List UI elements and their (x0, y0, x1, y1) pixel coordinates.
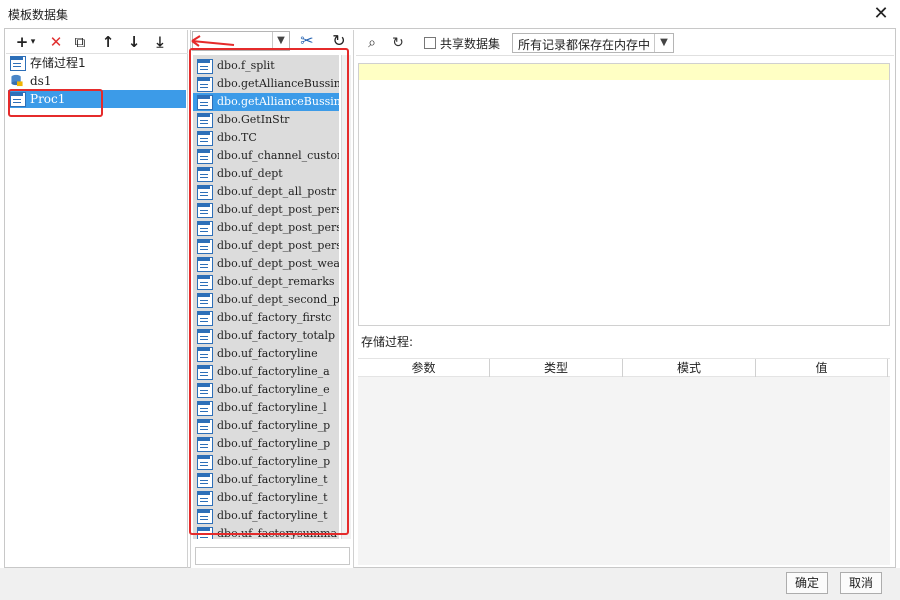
close-button[interactable]: ✕ (868, 2, 894, 26)
tree-item-label: ds1 (30, 74, 52, 88)
chevron-down-icon[interactable]: ▼ (654, 34, 673, 52)
table-icon (10, 56, 26, 71)
refresh-icon[interactable]: ↻ (388, 33, 408, 53)
move-up-button[interactable]: ↑ (98, 32, 118, 52)
procedure-filter-input[interactable] (195, 547, 350, 565)
dialog-button-bar (0, 568, 900, 600)
ok-button[interactable]: 确定 (786, 572, 828, 594)
add-dropdown-caret-icon[interactable]: ▾ (28, 32, 38, 52)
highlight-annotation-list (189, 48, 349, 535)
preview-icon[interactable]: ⌕ (362, 33, 382, 53)
parameter-table-header: 参数 类型 模式 值 (358, 358, 890, 378)
tree-item-stored-procedure[interactable]: 存储过程1 (8, 54, 186, 72)
move-down-button[interactable]: ↓ (124, 32, 144, 52)
tree-item-ds1[interactable]: ds1 (8, 72, 186, 90)
title-bar (0, 0, 900, 28)
delete-button[interactable]: ✕ (46, 32, 66, 52)
database-lock-icon (11, 74, 23, 87)
column-header-mode[interactable]: 模式 (623, 359, 756, 378)
copy-button[interactable]: ⧉ (70, 32, 90, 52)
share-dataset-label: 共享数据集 (440, 37, 501, 51)
parameter-table-body[interactable] (358, 377, 890, 565)
window-title: 模板数据集 (8, 8, 69, 22)
storage-mode-select[interactable]: 所有记录都保存在内存中 ▼ (512, 33, 674, 53)
column-header-type[interactable]: 类型 (490, 359, 623, 378)
move-bottom-button[interactable]: ⤓ (150, 32, 170, 52)
column-header-value[interactable]: 值 (756, 359, 888, 378)
dataset-toolbar: + ▾ ✕ ⧉ ↑ ↓ ⤓ (6, 30, 188, 54)
storage-mode-value: 所有记录都保存在内存中 (518, 38, 651, 52)
sql-editor[interactable] (358, 63, 890, 326)
column-header-param[interactable]: 参数 (358, 359, 490, 378)
highlight-annotation-proc1 (8, 89, 103, 117)
stored-procedure-label: 存储过程: (361, 335, 414, 349)
cancel-button[interactable]: 取消 (840, 572, 882, 594)
red-arrow-annotation-icon (191, 35, 235, 47)
query-toolbar: ⌕ ↻ 共享数据集 所有记录都保存在内存中 ▼ (356, 30, 894, 56)
sql-editor-current-line (359, 64, 889, 80)
share-dataset-checkbox[interactable] (424, 37, 436, 49)
tree-item-label: 存储过程1 (30, 56, 86, 70)
